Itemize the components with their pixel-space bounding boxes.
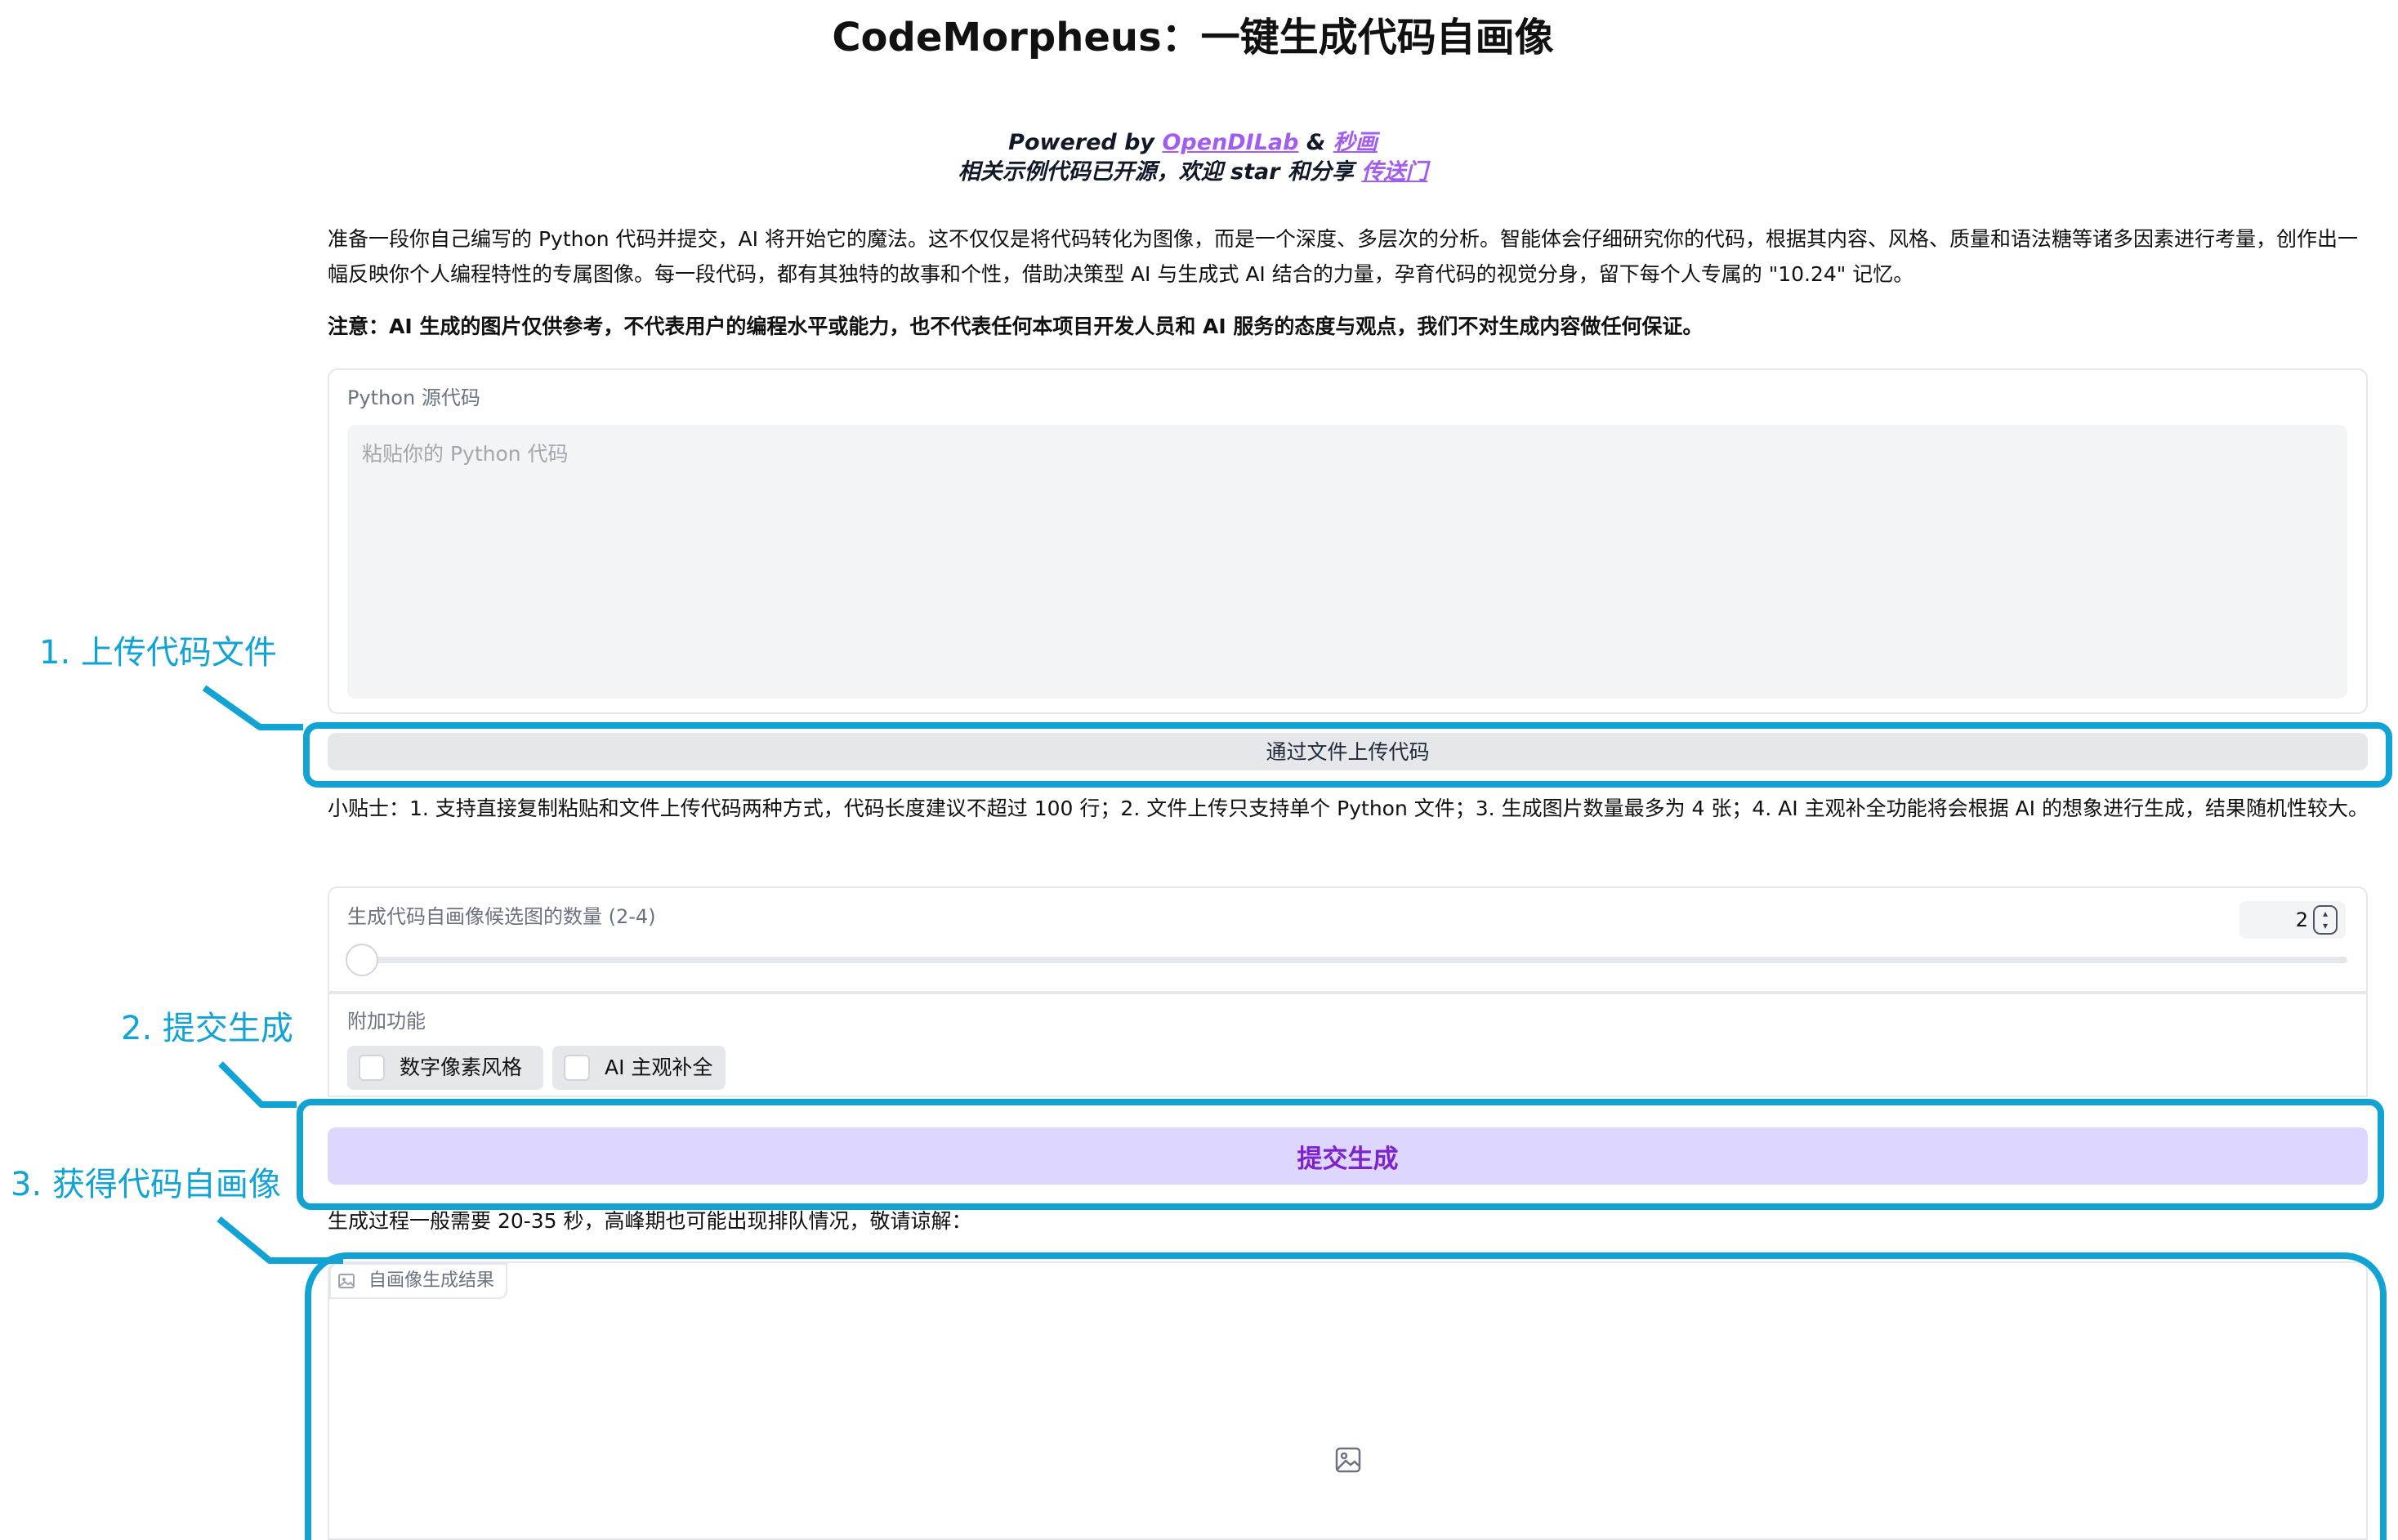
annotation-step1: 1. 上传代码文件 bbox=[39, 634, 277, 672]
chevron-up-icon[interactable]: ▴ bbox=[2315, 908, 2335, 919]
opensource-line: 相关示例代码已开源，欢迎 star 和分享 传送门 bbox=[0, 158, 2398, 187]
powered-amp: & bbox=[1306, 130, 1326, 155]
count-slider-thumb[interactable] bbox=[346, 944, 378, 976]
annotation-line-2 bbox=[218, 1061, 297, 1108]
count-number-value[interactable]: 2 bbox=[2239, 901, 2315, 939]
annotation-box-result bbox=[305, 1252, 2387, 1540]
ai-completion-label[interactable]: AI 主观补全 bbox=[605, 1046, 712, 1090]
pixel-style-checkbox[interactable] bbox=[359, 1055, 385, 1081]
annotation-step3: 3. 获得代码自画像 bbox=[11, 1166, 281, 1203]
page-title-text: CodeMorpheus：一键生成代码自画像 bbox=[832, 15, 1554, 60]
ai-completion-checkbox[interactable] bbox=[564, 1055, 590, 1081]
annotation-box-submit bbox=[297, 1099, 2384, 1210]
tips-text: 小贴士：1. 支持直接复制粘贴和文件上传代码两种方式，代码长度建议不超过 100… bbox=[328, 797, 2369, 820]
opendilab-link[interactable]: OpenDILab bbox=[1162, 130, 1298, 155]
code-textarea[interactable] bbox=[347, 425, 2347, 699]
disclaimer-note: 注意：AI 生成的图片仅供参考，不代表用户的编程水平或能力，也不代表任何本项目开… bbox=[328, 315, 1704, 338]
annotation-step2: 2. 提交生成 bbox=[121, 1010, 293, 1047]
powered-by-line: Powered by OpenDILab & 秒画 bbox=[0, 128, 2398, 158]
features-label: 附加功能 bbox=[347, 1010, 426, 1033]
count-slider-track[interactable] bbox=[347, 957, 2347, 963]
chevron-down-icon[interactable]: ▾ bbox=[2315, 920, 2335, 931]
annotation-line-1 bbox=[202, 685, 303, 730]
portal-link[interactable]: 传送门 bbox=[1361, 159, 1427, 185]
annotation-line-3 bbox=[217, 1216, 343, 1264]
code-input-label: Python 源代码 bbox=[347, 386, 480, 409]
opensource-text: 相关示例代码已开源，欢迎 star 和分享 bbox=[958, 159, 1354, 185]
powered-prefix: Powered by bbox=[1008, 130, 1155, 155]
count-slider-label: 生成代码自画像候选图的数量 (2-4) bbox=[347, 905, 656, 928]
pixel-style-label[interactable]: 数字像素风格 bbox=[400, 1046, 522, 1090]
annotation-box-upload bbox=[303, 722, 2392, 788]
intro-description: 准备一段你自己编写的 Python 代码并提交，AI 将开始它的魔法。这不仅仅是… bbox=[328, 227, 2358, 286]
miaohua-link[interactable]: 秒画 bbox=[1333, 130, 1378, 155]
page-title: CodeMorpheus：一键生成代码自画像 bbox=[0, 11, 2398, 64]
